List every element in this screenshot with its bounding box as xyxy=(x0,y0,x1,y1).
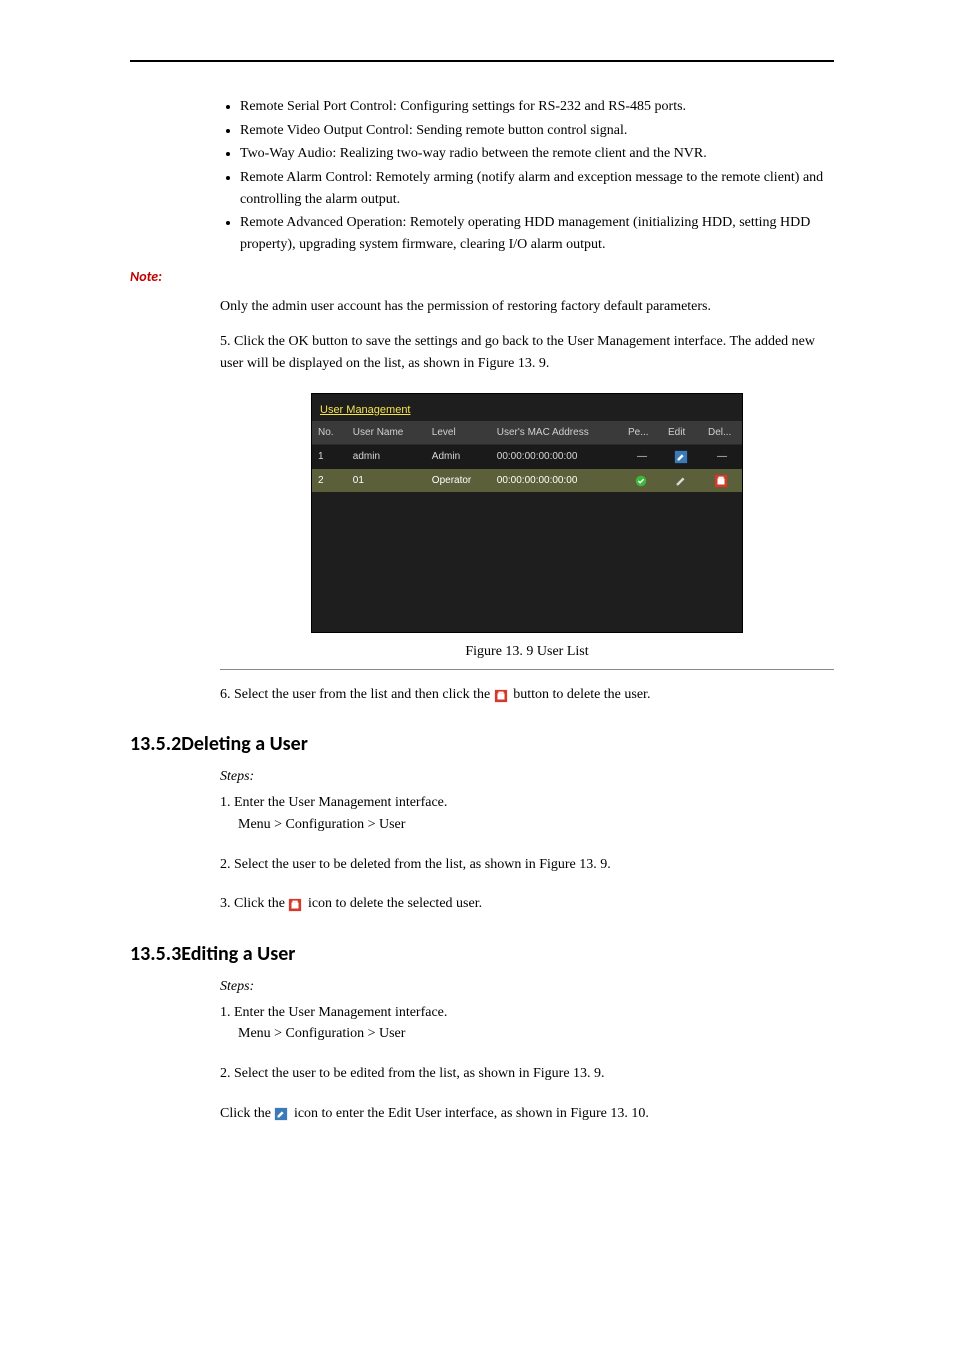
tab-user-management[interactable]: User Management xyxy=(320,400,411,421)
edit-icon xyxy=(274,1107,288,1121)
step-text: 2. Select the user to be edited from the… xyxy=(220,1063,834,1085)
step-text: Select the user from the list and then c… xyxy=(234,687,494,702)
bullet-list: Remote Serial Port Control: Configuring … xyxy=(220,96,834,256)
step-text: Click the xyxy=(234,334,288,349)
col-del: Del... xyxy=(702,421,742,445)
step-text: button to delete the user. xyxy=(513,687,650,702)
edit-icon[interactable] xyxy=(662,445,702,469)
cell-user: admin xyxy=(347,445,426,469)
col-mac: User's MAC Address xyxy=(491,421,622,445)
steps-label: Steps: xyxy=(220,976,834,998)
steps-label: Steps: xyxy=(220,766,834,788)
cell-user: 01 xyxy=(347,469,426,493)
ok-label: OK xyxy=(288,334,308,349)
heading-deleting-user: 13.5.2Deleting a User xyxy=(130,729,834,760)
step-text: button to save the settings and go back … xyxy=(220,334,815,371)
figure-caption: Figure 13. 9 User List xyxy=(220,641,834,663)
note-label: Note: xyxy=(130,266,834,288)
table-row[interactable]: 1 admin Admin 00:00:00:00:00:00 — — xyxy=(312,445,742,469)
step-text: icon to delete the selected user. xyxy=(308,896,482,911)
trash-icon xyxy=(494,689,508,703)
heading-editing-user: 13.5.3Editing a User xyxy=(130,939,834,970)
list-item: Remote Advanced Operation: Remotely oper… xyxy=(240,212,834,255)
list-item: Remote Serial Port Control: Configuring … xyxy=(240,96,834,118)
nav-path: Menu > Configuration > User xyxy=(238,814,834,836)
nav-path: Menu > Configuration > User xyxy=(238,1023,834,1045)
list-item: Remote Video Output Control: Sending rem… xyxy=(240,120,834,142)
col-perm: Pe... xyxy=(622,421,662,445)
perm-icon[interactable] xyxy=(622,469,662,493)
del-icon: — xyxy=(702,445,742,469)
step-number: 5. xyxy=(220,334,231,349)
trash-icon xyxy=(288,898,302,912)
list-item: Remote Alarm Control: Remotely arming (n… xyxy=(240,167,834,210)
cell-level: Operator xyxy=(426,469,491,493)
cell-mac: 00:00:00:00:00:00 xyxy=(491,445,622,469)
step-text: 1. Enter the User Management interface. xyxy=(220,792,834,814)
cell-no: 1 xyxy=(312,445,347,469)
col-edit: Edit xyxy=(662,421,702,445)
cell-level: Admin xyxy=(426,445,491,469)
step-text: 3. Click the xyxy=(220,896,288,911)
perm-icon: — xyxy=(622,445,662,469)
step-text: 2. Select the user to be deleted from th… xyxy=(220,854,834,876)
step-text: Click the xyxy=(220,1106,274,1121)
list-item: Two-Way Audio: Realizing two-way radio b… xyxy=(240,143,834,165)
note-text: Only the admin user account has the perm… xyxy=(220,296,834,318)
cell-no: 2 xyxy=(312,469,347,493)
table-row[interactable]: 2 01 Operator 00:00:00:00:00:00 xyxy=(312,469,742,493)
edit-icon[interactable] xyxy=(662,469,702,493)
col-username: User Name xyxy=(347,421,426,445)
col-no: No. xyxy=(312,421,347,445)
trash-icon[interactable] xyxy=(702,469,742,493)
cell-mac: 00:00:00:00:00:00 xyxy=(491,469,622,493)
user-table: No. User Name Level User's MAC Address P… xyxy=(312,421,742,493)
step-number: 6. xyxy=(220,687,231,702)
step-text: icon to enter the Edit User interface, a… xyxy=(294,1106,649,1121)
col-level: Level xyxy=(426,421,491,445)
user-management-screenshot: User Management No. User Name Level User… xyxy=(311,393,743,634)
step-text: 1. Enter the User Management interface. xyxy=(220,1002,834,1024)
